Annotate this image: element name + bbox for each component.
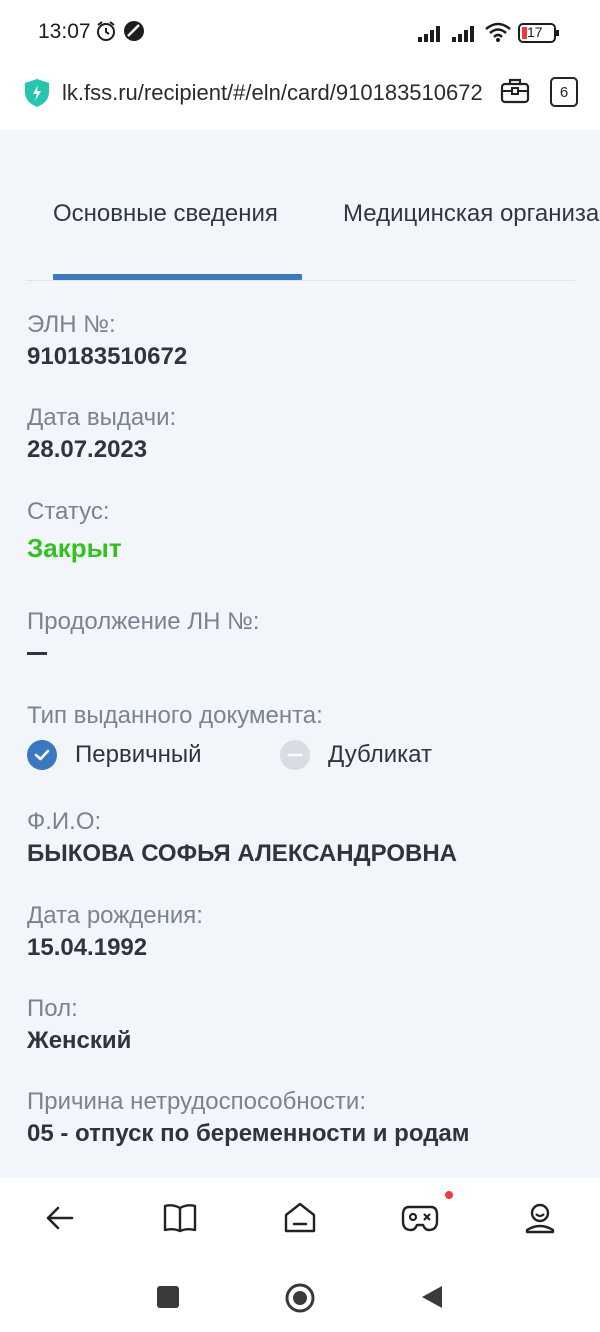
- birth-date-field: Дата рождения: 15.04.1992: [27, 901, 203, 965]
- tab-bar: Основные сведения Медицинская организаци…: [26, 200, 600, 281]
- minus-icon: [280, 740, 310, 770]
- issue-date-label: Дата выдачи:: [27, 404, 177, 431]
- home-icon[interactable]: [280, 1198, 320, 1238]
- signal-icon-2: [452, 24, 480, 47]
- continuation-label: Продолжение ЛН №:: [27, 608, 260, 635]
- doc-type-radio-group: Первичный Дубликат: [27, 738, 547, 772]
- browser-url-bar: lk.fss.ru/recipient/#/eln/card/910183510…: [0, 64, 600, 131]
- birth-date-label: Дата рождения:: [27, 902, 203, 929]
- dnd-icon: [123, 20, 145, 47]
- shield-icon[interactable]: [24, 78, 50, 113]
- status-time: 13:07: [38, 20, 91, 43]
- battery-level: 17: [527, 24, 543, 40]
- browser-bottom-nav: [0, 1178, 600, 1263]
- system-nav-bar: [0, 1262, 600, 1332]
- active-tab-indicator: [53, 274, 302, 280]
- briefcase-icon[interactable]: [500, 77, 530, 110]
- profile-icon[interactable]: [520, 1198, 560, 1238]
- notification-dot: [445, 1191, 453, 1199]
- status-value: Закрыт: [27, 533, 122, 563]
- wifi-icon: [484, 22, 512, 47]
- recents-square-icon[interactable]: [157, 1286, 179, 1308]
- page-content: Основные сведения Медицинская организаци…: [0, 130, 600, 1178]
- tab-medical-org[interactable]: Медицинская организация: [343, 200, 600, 228]
- doc-type-field: Тип выданного документа:: [27, 701, 323, 731]
- radio-primary-label: Первичный: [75, 741, 202, 768]
- radio-duplicate[interactable]: Дубликат: [280, 738, 432, 772]
- tab-basic-info[interactable]: Основные сведения: [53, 200, 278, 228]
- status-label: Статус:: [27, 498, 110, 525]
- sex-value: Женский: [27, 1027, 132, 1054]
- back-arrow-icon[interactable]: [40, 1198, 80, 1238]
- fio-value: БЫКОВА СОФЬЯ АЛЕКСАНДРОВНА: [27, 840, 457, 867]
- checkmark-icon: [27, 740, 57, 770]
- reason-field: Причина нетрудоспособности: 05 - отпуск …: [27, 1087, 470, 1151]
- url-text[interactable]: lk.fss.ru/recipient/#/eln/card/910183510…: [62, 80, 482, 106]
- doc-type-label: Тип выданного документа:: [27, 702, 323, 729]
- continuation-empty-dash: [27, 652, 47, 655]
- tab-count-button[interactable]: 6: [550, 77, 578, 107]
- radio-primary[interactable]: Первичный: [27, 738, 202, 772]
- eln-label: ЭЛН №:: [27, 311, 116, 338]
- back-triangle-icon[interactable]: [420, 1284, 444, 1315]
- sex-label: Пол:: [27, 995, 78, 1022]
- book-icon[interactable]: [160, 1198, 200, 1238]
- eln-value: 910183510672: [27, 343, 188, 370]
- status-bar: 13:07 17: [0, 0, 600, 64]
- issue-date-field: Дата выдачи: 28.07.2023: [27, 403, 176, 467]
- birth-date-value: 15.04.1992: [27, 934, 148, 961]
- reason-label: Причина нетрудоспособности:: [27, 1088, 366, 1115]
- issue-date-value: 28.07.2023: [27, 436, 148, 463]
- fio-field: Ф.И.О: БЫКОВА СОФЬЯ АЛЕКСАНДРОВНА: [27, 807, 457, 871]
- eln-field: ЭЛН №: 910183510672: [27, 310, 187, 374]
- gamepad-icon[interactable]: [400, 1198, 440, 1238]
- reason-value: 05 - отпуск по беременности и родам: [27, 1120, 470, 1147]
- continuation-field: Продолжение ЛН №:: [27, 607, 260, 655]
- sex-field: Пол: Женский: [27, 994, 131, 1058]
- fio-label: Ф.И.О:: [27, 808, 102, 835]
- signal-icon: [418, 24, 446, 47]
- status-field: Статус: Закрыт: [27, 497, 122, 565]
- home-circle-icon[interactable]: [284, 1282, 316, 1319]
- alarm-icon: [95, 20, 117, 47]
- radio-duplicate-label: Дубликат: [328, 741, 432, 768]
